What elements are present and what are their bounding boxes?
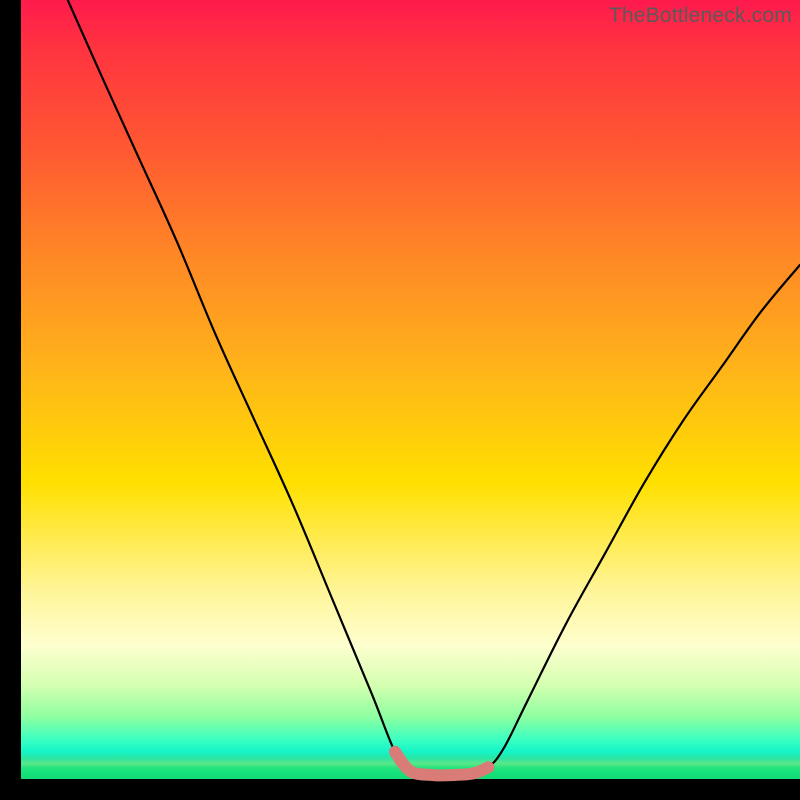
optimal-range-highlight	[395, 752, 488, 776]
chart-svg	[21, 0, 800, 779]
chart-plot-area: TheBottleneck.com	[21, 0, 800, 779]
bottleneck-curve	[68, 0, 800, 775]
